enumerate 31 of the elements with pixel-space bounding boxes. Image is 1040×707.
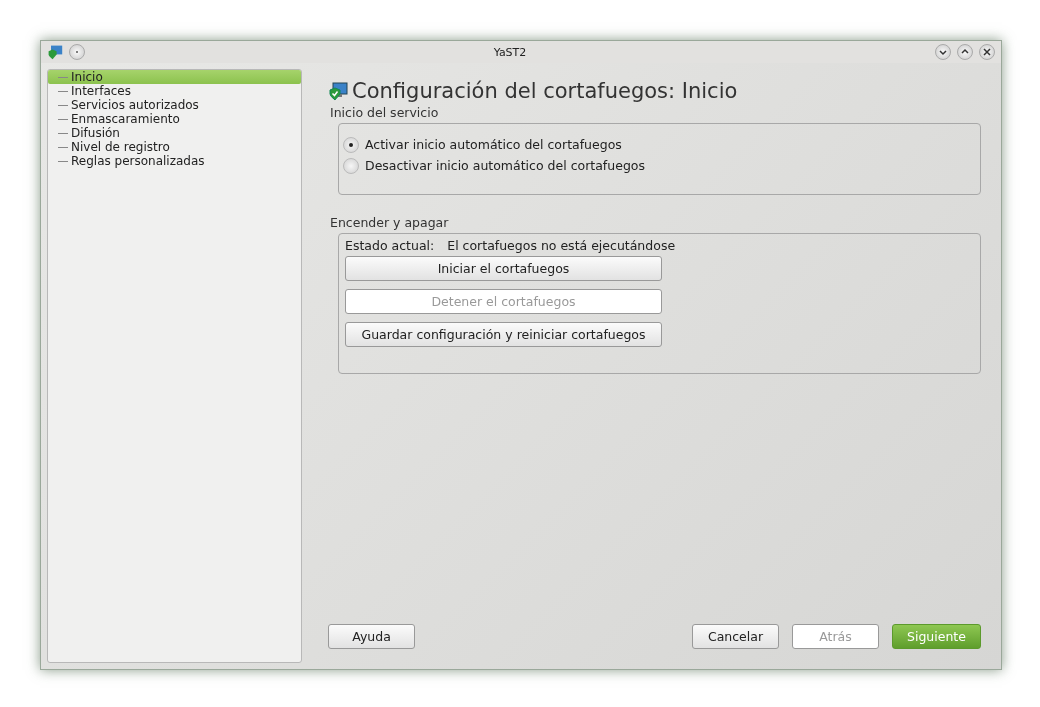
tree-item[interactable]: Difusión bbox=[48, 126, 301, 140]
page-heading: Configuración del cortafuegos: Inicio bbox=[352, 79, 738, 103]
close-icon bbox=[983, 48, 991, 56]
tree-item[interactable]: Interfaces bbox=[48, 84, 301, 98]
action-button[interactable]: Iniciar el cortafuegos bbox=[345, 256, 662, 281]
radio-option[interactable]: Activar inicio automático del cortafuegos bbox=[343, 134, 974, 155]
shield-monitor-icon bbox=[328, 81, 348, 101]
dot-icon bbox=[75, 50, 79, 54]
radio-option[interactable]: Desactivar inicio automático del cortafuegos bbox=[343, 155, 974, 176]
group-title: Encender y apagar bbox=[330, 215, 450, 230]
tree-item[interactable]: Enmascaramiento bbox=[48, 112, 301, 126]
footer-button[interactable]: Cancelar bbox=[692, 624, 779, 649]
tree-item[interactable]: Reglas personalizadas bbox=[48, 154, 301, 168]
status-label: Estado actual: bbox=[345, 238, 435, 253]
tree-item[interactable]: Inicio bbox=[48, 70, 301, 84]
tree-item[interactable]: Servicios autorizados bbox=[48, 98, 301, 112]
close-button[interactable] bbox=[979, 44, 995, 60]
radio-dot-icon bbox=[349, 142, 353, 147]
action-button[interactable]: Guardar configuración y reiniciar cortafuegos bbox=[345, 322, 662, 347]
radio-button[interactable] bbox=[343, 157, 359, 174]
window-title: YaST2 bbox=[492, 45, 528, 59]
minimize-button[interactable] bbox=[935, 44, 951, 60]
group-title: Inicio del servicio bbox=[330, 105, 440, 120]
status-value: El cortafuegos no está ejecutándose bbox=[447, 238, 676, 253]
tree-item[interactable]: Nivel de registro bbox=[48, 140, 301, 154]
help-button[interactable]: Ayuda bbox=[328, 624, 415, 649]
radio-button[interactable] bbox=[343, 136, 359, 153]
maximize-button[interactable] bbox=[957, 44, 973, 60]
chevron-down-icon bbox=[939, 48, 947, 56]
chevron-up-icon bbox=[961, 48, 969, 56]
shield-monitor-icon bbox=[47, 44, 63, 60]
